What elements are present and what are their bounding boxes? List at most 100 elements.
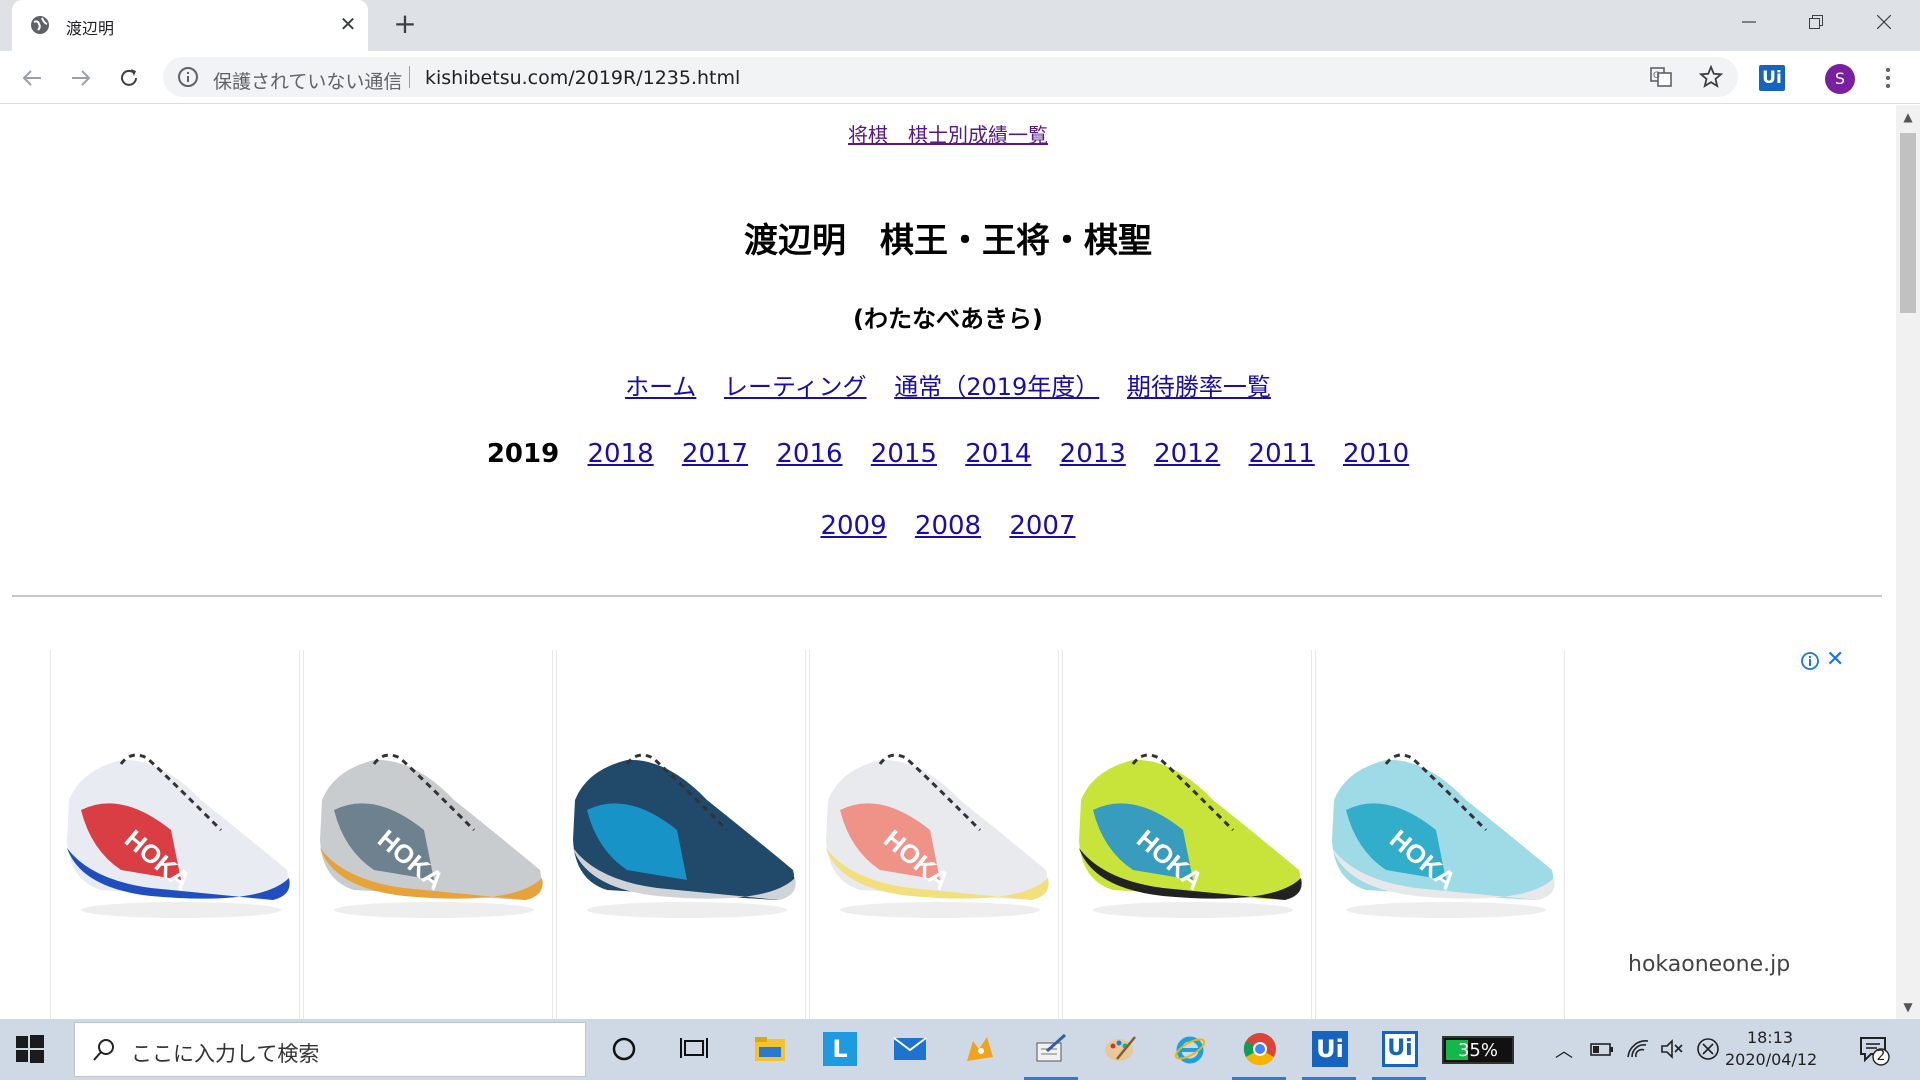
name-reading: (わたなべあきら)	[853, 305, 1043, 333]
running-shoe-image: HOKA	[320, 753, 543, 918]
show-hidden-icons-chevron-icon[interactable]: ︿	[1555, 1037, 1573, 1062]
new-tab-button[interactable]: +	[390, 10, 420, 40]
notification-count: 2	[1876, 1048, 1886, 1064]
profile-avatar[interactable]: S	[1825, 64, 1855, 94]
paint-palette-icon	[1105, 1036, 1136, 1061]
network-disconnected-icon[interactable]	[1696, 1037, 1720, 1061]
ad-product-card[interactable]	[556, 650, 806, 1019]
vertical-scrollbar[interactable]: ▲ ▼	[1896, 105, 1920, 1019]
note-app-button[interactable]	[1030, 1029, 1070, 1069]
year-nav-row-2: 2009 2008 2007	[0, 511, 1896, 541]
back-button[interactable]	[17, 63, 47, 93]
close-icon	[1877, 15, 1891, 29]
ad-product-card[interactable]: HOKA	[1062, 650, 1312, 1019]
year-link[interactable]: 2016	[776, 439, 842, 469]
nav-link-rating[interactable]: レーティング	[724, 373, 867, 401]
notepad-pen-icon	[1036, 1033, 1066, 1062]
year-link[interactable]: 2009	[820, 511, 886, 541]
year-link[interactable]: 2010	[1343, 439, 1409, 469]
cortana-button[interactable]	[604, 1029, 644, 1069]
internet-explorer-button[interactable]	[1170, 1029, 1210, 1069]
task-view-icon	[680, 1038, 708, 1058]
scroll-up-arrow-icon[interactable]: ▲	[1902, 111, 1914, 123]
internet-explorer-icon	[1174, 1036, 1206, 1064]
search-icon	[93, 1039, 114, 1061]
scroll-thumb[interactable]	[1900, 133, 1916, 313]
site-header: 将棋 棋士別成績一覧	[0, 119, 1896, 148]
windows-taskbar: ここに入力して検索 L Ui Ui 35% ︿ 18:13 2020/04/12…	[0, 1019, 1920, 1080]
nav-link-home[interactable]: ホーム	[625, 373, 696, 401]
page-title: 渡辺明 棋王・王将・棋聖	[744, 221, 1152, 261]
volume-muted-icon[interactable]	[1660, 1037, 1684, 1061]
paint-app-button[interactable]	[1100, 1029, 1140, 1069]
year-link[interactable]: 2007	[1009, 511, 1075, 541]
action-center-button[interactable]: 2	[1857, 1032, 1891, 1066]
running-shoe-image	[573, 753, 796, 918]
nav-link-regular[interactable]: 通常（2019年度）	[894, 373, 1099, 401]
reload-button[interactable]	[114, 63, 144, 93]
windows-start-icon[interactable]	[16, 1035, 44, 1063]
mail-app-button[interactable]	[890, 1029, 930, 1069]
ad-product-card[interactable]: HOKA	[50, 650, 300, 1019]
site-home-link[interactable]: 将棋 棋士別成績一覧	[848, 123, 1048, 147]
chrome-icon	[1243, 1033, 1276, 1066]
wifi-icon[interactable]	[1626, 1037, 1650, 1061]
battery-tray-icon[interactable]	[1590, 1037, 1614, 1061]
ad-product-card[interactable]: HOKA	[303, 650, 553, 1019]
forward-button[interactable]	[66, 63, 96, 93]
current-year: 2019	[486, 439, 560, 469]
address-bar[interactable]: 保護されていない通信 kishibetsu.com/2019R/1235.htm…	[163, 57, 1738, 97]
ad-product-card[interactable]: HOKA	[1315, 650, 1565, 1019]
year-link[interactable]: 2012	[1154, 439, 1220, 469]
reload-icon	[121, 69, 137, 86]
close-window-button[interactable]	[1860, 0, 1908, 44]
minimize-button[interactable]	[1725, 0, 1773, 44]
tab-title: 渡辺明	[66, 19, 115, 38]
bookmark-star-icon[interactable]	[1699, 65, 1723, 89]
tab-bar: 渡辺明 ✕ +	[0, 0, 1920, 51]
mail-icon	[893, 1037, 927, 1060]
running-shoe-image: HOKA	[1079, 753, 1302, 918]
ad-close-icon[interactable]: ✕	[1826, 647, 1844, 672]
security-status-text: 保護されていない通信	[213, 71, 403, 93]
browser-tab[interactable]: 渡辺明 ✕	[12, 0, 368, 51]
restore-button[interactable]	[1792, 0, 1840, 44]
launcher-app-button[interactable]: L	[820, 1029, 860, 1069]
translate-icon[interactable]: G	[1649, 65, 1673, 89]
fox-app-button[interactable]	[960, 1029, 1000, 1069]
browser-menu-button[interactable]	[1876, 63, 1900, 93]
chrome-button[interactable]	[1240, 1029, 1280, 1069]
scroll-down-arrow-icon[interactable]: ▼	[1902, 1001, 1914, 1013]
running-shoe-image: HOKA	[67, 753, 290, 918]
ad-product-card[interactable]: HOKA	[809, 650, 1059, 1019]
page-viewport: 将棋 棋士別成績一覧 渡辺明 棋王・王将・棋聖 (わたなべあきら) ホーム レー…	[0, 105, 1896, 1019]
info-icon[interactable]	[177, 66, 199, 88]
uipath-extension-button[interactable]: Ui	[1759, 65, 1785, 91]
uipath-robot-button[interactable]: Ui	[1380, 1029, 1420, 1069]
tab-close-icon[interactable]: ✕	[336, 12, 360, 36]
taskbar-search-box[interactable]: ここに入力して検索	[74, 1022, 586, 1077]
nav-link-expected-winrate[interactable]: 期待勝率一覧	[1127, 373, 1271, 401]
cortana-circle-icon	[612, 1037, 636, 1061]
uipath-studio-button[interactable]: Ui	[1310, 1029, 1350, 1069]
year-link[interactable]: 2017	[682, 439, 748, 469]
year-link[interactable]: 2015	[871, 439, 937, 469]
section-nav: ホーム レーティング 通常（2019年度） 期待勝率一覧	[0, 367, 1896, 402]
advertisement-banner[interactable]: HOKA HOKA HOKA HOKA HOKA hokaoneone.jp	[50, 650, 1850, 1019]
launcher-l-icon: L	[823, 1032, 857, 1066]
battery-monitor-app[interactable]: 35%	[1442, 1036, 1514, 1064]
url-text[interactable]: kishibetsu.com/2019R/1235.html	[425, 67, 740, 89]
clock-time: 18:13	[1746, 1028, 1794, 1047]
year-link[interactable]: 2014	[965, 439, 1031, 469]
year-link[interactable]: 2011	[1249, 439, 1315, 469]
year-link[interactable]: 2008	[915, 511, 981, 541]
task-view-button[interactable]	[674, 1029, 714, 1069]
year-link[interactable]: 2018	[587, 439, 653, 469]
forward-arrow-icon	[72, 70, 91, 86]
year-link[interactable]: 2013	[1060, 439, 1126, 469]
file-explorer-button[interactable]	[750, 1029, 790, 1069]
ad-choices-icon[interactable]	[1800, 651, 1820, 671]
system-clock[interactable]: 18:13 2020/04/12	[1725, 1027, 1817, 1071]
ad-domain-text[interactable]: hokaoneone.jp	[1628, 952, 1790, 977]
uipath-outline-icon: Ui	[1382, 1031, 1418, 1067]
